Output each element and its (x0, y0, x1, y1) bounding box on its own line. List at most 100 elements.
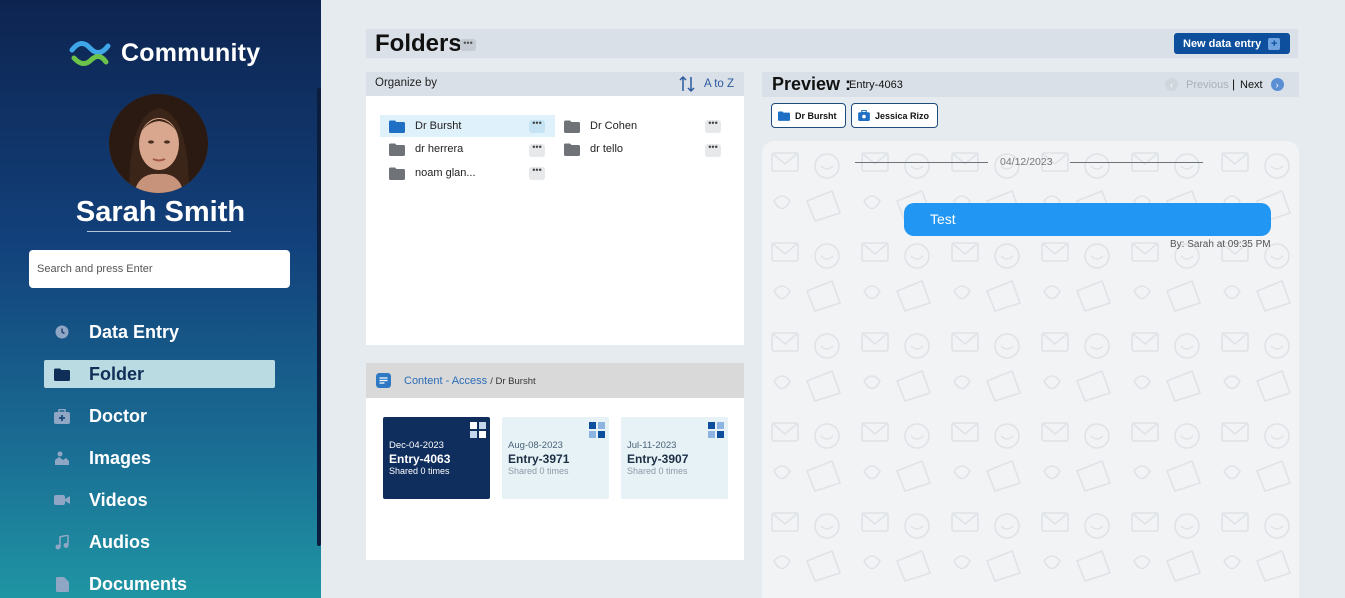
entry-card[interactable]: Aug-08-2023 Entry-3971 Shared 0 times (502, 417, 609, 499)
folder-menu-icon[interactable]: ••• (529, 143, 545, 157)
organize-label: Organize by (375, 77, 438, 89)
breadcrumb: Content - Access / Dr Bursht (404, 375, 536, 387)
content-bar: Content - Access / Dr Bursht (366, 363, 744, 398)
entry-shared-count: Shared 0 times (508, 466, 569, 476)
entry-shared-count: Shared 0 times (389, 466, 450, 476)
entry-card[interactable]: Jul-11-2023 Entry-3907 Shared 0 times (621, 417, 728, 499)
medical-kit-icon (54, 408, 70, 424)
date-divider-left (855, 162, 988, 163)
music-note-icon (54, 534, 70, 550)
previous-button[interactable]: ‹ Previous (1165, 78, 1229, 91)
sidebar-item-videos[interactable]: Videos (44, 486, 275, 514)
clock-icon (54, 324, 70, 340)
folder-name: Dr Bursht (415, 120, 462, 132)
grid-icon (708, 422, 724, 438)
sidebar-scrollbar[interactable] (317, 88, 321, 546)
sidebar-item-documents[interactable]: Documents (44, 570, 275, 598)
sort-order-toggle[interactable]: A to Z (704, 78, 734, 90)
preview-header: Preview : Entry-4063 ‹ Previous | Next › (762, 72, 1299, 97)
brand[interactable]: Community (69, 36, 260, 70)
folder-icon (778, 111, 790, 121)
folder-tag-label: Dr Bursht (795, 110, 837, 121)
community-logo-icon (69, 41, 111, 66)
search-input[interactable] (29, 250, 290, 288)
sidebar-item-label: Data Entry (89, 321, 180, 342)
previous-label: Previous (1186, 78, 1229, 91)
more-options-icon[interactable]: ••• (460, 39, 476, 51)
avatar-portrait (109, 94, 208, 193)
sidebar-item-label: Documents (89, 573, 188, 594)
sidebar-item-label: Images (89, 447, 152, 468)
folder-menu-icon[interactable]: ••• (529, 166, 545, 180)
plus-icon: + (1268, 37, 1281, 50)
sidebar-item-doctor[interactable]: Doctor (44, 402, 275, 430)
folder-menu-icon[interactable]: ••• (705, 119, 721, 133)
grid-icon (470, 422, 486, 438)
page-title: Folders (375, 30, 462, 57)
entry-title: Entry-4063 (389, 452, 451, 466)
folder-icon (389, 143, 405, 156)
next-button[interactable]: Next › (1240, 78, 1284, 91)
list-icon (376, 373, 391, 388)
sidebar: Community Sarah Smith Data Entry Folde (0, 0, 321, 598)
sidebar-item-label: Videos (89, 489, 148, 510)
entry-date: Dec-04-2023 (389, 440, 444, 451)
avatar[interactable] (109, 94, 208, 193)
sidebar-item-audios[interactable]: Audios (44, 528, 275, 556)
message-meta: By: Sarah at 09:35 PM (1170, 239, 1271, 250)
folder-icon (54, 366, 70, 382)
folder-name: Dr Cohen (590, 120, 638, 132)
medical-kit-icon (858, 110, 870, 121)
folder-menu-icon[interactable]: ••• (529, 119, 545, 133)
next-label: Next (1240, 78, 1263, 91)
folder-name: dr herrera (415, 143, 464, 155)
sidebar-nav: Data Entry Folder Doctor Images Videos A… (44, 318, 275, 598)
sort-icon[interactable] (679, 75, 695, 93)
folder-item[interactable]: dr tello (555, 138, 730, 160)
sidebar-item-images[interactable]: Images (44, 444, 275, 472)
user-name-divider (87, 231, 231, 232)
new-data-entry-label: New data entry (1183, 37, 1262, 50)
entry-title: Entry-3907 (627, 452, 689, 466)
sidebar-item-label: Audios (89, 531, 150, 552)
folder-name: noam glan... (415, 167, 476, 179)
sidebar-item-folder[interactable]: Folder (44, 360, 275, 388)
entry-card[interactable]: Dec-04-2023 Entry-4063 Shared 0 times (383, 417, 490, 499)
page-header: Folders ••• (366, 29, 1298, 58)
folder-item[interactable]: Dr Cohen (555, 115, 730, 137)
folder-icon (564, 143, 580, 156)
preview-title: Preview : (772, 74, 852, 94)
folder-name: dr tello (590, 143, 624, 155)
chevron-left-icon: ‹ (1165, 78, 1178, 91)
nav-separator: | (1232, 77, 1236, 91)
user-name: Sarah Smith (75, 196, 246, 228)
breadcrumb-main[interactable]: Content - Access (404, 375, 487, 387)
sidebar-item-data-entry[interactable]: Data Entry (44, 318, 275, 346)
chat-panel[interactable]: 04/12/2023 Test By: Sarah at 09:35 PM (762, 141, 1299, 598)
entry-shared-count: Shared 0 times (627, 466, 688, 476)
patient-tag[interactable]: Jessica Rizo (851, 103, 939, 128)
chevron-right-icon: › (1270, 78, 1284, 91)
grid-icon (589, 422, 605, 438)
entry-title: Entry-3971 (508, 452, 570, 466)
preview-entry-id: Entry-4063 (849, 79, 903, 91)
document-icon (54, 576, 70, 592)
entry-date: Aug-08-2023 (508, 440, 563, 451)
message-bubble[interactable]: Test (904, 203, 1271, 236)
folder-tag[interactable]: Dr Bursht (771, 103, 846, 128)
folder-menu-icon[interactable]: ••• (705, 143, 721, 157)
content-panel: Content - Access / Dr Bursht Dec-04-2023… (366, 363, 744, 560)
sidebar-item-label: Folder (89, 363, 145, 384)
folder-icon (389, 120, 405, 133)
patient-tag-label: Jessica Rizo (875, 110, 930, 121)
folder-icon (564, 120, 580, 133)
organize-bar: Organize by A to Z (366, 72, 744, 96)
chat-date: 04/12/2023 (1000, 156, 1053, 168)
sidebar-item-label: Doctor (89, 405, 147, 426)
video-camera-icon (54, 492, 70, 508)
date-divider-right (1070, 162, 1203, 163)
new-data-entry-button[interactable]: New data entry + (1174, 33, 1290, 54)
breadcrumb-sub: / Dr Bursht (490, 376, 536, 387)
folder-icon (389, 167, 405, 180)
image-icon (54, 450, 70, 466)
